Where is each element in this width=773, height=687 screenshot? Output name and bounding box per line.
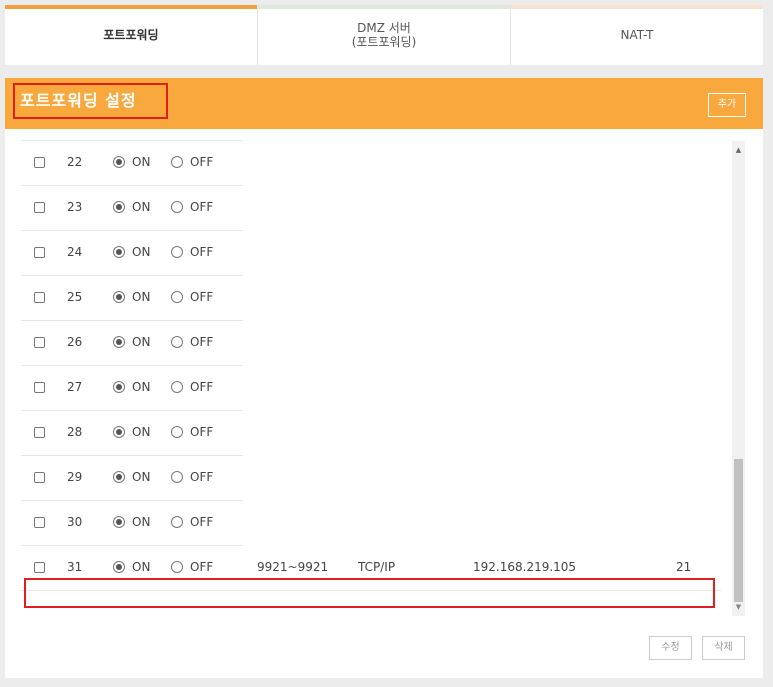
table-row: 22 ON OFF [21,141,721,186]
tab-dmz-server[interactable]: DMZ 서버 (포트포워딩) [257,5,510,65]
table-scrollbar[interactable]: ▲ ▼ [732,141,745,616]
row-checkbox[interactable] [34,427,45,438]
table-row: 25 ON OFF [21,276,721,321]
on-label: ON [132,290,151,304]
off-label: OFF [190,560,214,574]
row-number: 22 [67,155,83,169]
external-port: 9921~9921 [257,560,329,574]
on-label: ON [132,155,151,169]
table-row: 30 ON OFF [21,501,721,546]
on-label: ON [132,245,151,259]
row-checkbox[interactable] [34,562,45,573]
off-label: OFF [190,155,214,169]
off-radio[interactable] [171,156,183,168]
tab-label: NAT-T [620,28,654,42]
highlighted-row-outline [24,578,715,608]
off-radio[interactable] [171,381,183,393]
tab-bar: 포트포워딩 DMZ 서버 (포트포워딩) NAT-T [5,5,763,65]
off-label: OFF [190,245,214,259]
table-row: 29 ON OFF [21,456,721,501]
add-button[interactable]: 추가 [708,93,746,117]
off-label: OFF [190,515,214,529]
scroll-down-icon[interactable]: ▼ [732,602,745,612]
row-number: 31 [67,560,83,574]
table-row: 26 ON OFF [21,321,721,366]
scroll-thumb[interactable] [734,459,743,602]
protocol: TCP/IP [358,560,396,574]
on-label: ON [132,515,151,529]
row-checkbox[interactable] [34,472,45,483]
tab-sublabel: (포트포워딩) [351,35,417,49]
row-checkbox[interactable] [34,517,45,528]
on-label: ON [132,425,151,439]
off-radio[interactable] [171,336,183,348]
off-radio[interactable] [171,516,183,528]
section-title: 포트포워딩 설정 [13,83,168,119]
off-label: OFF [190,425,214,439]
row-checkbox[interactable] [34,337,45,348]
off-label: OFF [190,470,214,484]
off-label: OFF [190,290,214,304]
table-row: 21ONOFF1110~1110UDP192.168.219.1051110 [21,129,721,141]
row-number: 28 [67,425,83,439]
edit-button[interactable]: 수정 [649,636,692,660]
row-number: 27 [67,380,83,394]
off-label: OFF [190,380,214,394]
row-checkbox[interactable] [34,292,45,303]
delete-button[interactable]: 삭제 [702,636,745,660]
off-radio[interactable] [171,471,183,483]
on-radio[interactable] [113,291,125,303]
off-label: OFF [190,200,214,214]
row-number: 29 [67,470,83,484]
table-row: 24 ON OFF [21,231,721,276]
section-header: 포트포워딩 설정 추가 [5,78,763,129]
on-radio[interactable] [113,336,125,348]
row-checkbox[interactable] [34,247,45,258]
row-checkbox[interactable] [34,382,45,393]
on-radio[interactable] [113,471,125,483]
off-radio[interactable] [171,291,183,303]
tab-nat-t[interactable]: NAT-T [510,5,763,65]
row-number: 23 [67,200,83,214]
on-radio[interactable] [113,516,125,528]
internal-port: 21 [676,560,692,574]
tab-label: DMZ 서버 [357,21,411,35]
table-row: 28 ON OFF [21,411,721,456]
row-number: 24 [67,245,83,259]
off-label: OFF [190,335,214,349]
on-label: ON [132,200,151,214]
row-number: 26 [67,335,83,349]
on-radio[interactable] [113,381,125,393]
on-label: ON [132,470,151,484]
on-radio[interactable] [113,156,125,168]
row-number: 30 [67,515,83,529]
scroll-up-icon[interactable]: ▲ [732,145,745,155]
on-label: ON [132,380,151,394]
off-radio[interactable] [171,201,183,213]
on-radio[interactable] [113,201,125,213]
on-radio[interactable] [113,561,125,573]
table-row: 27 ON OFF [21,366,721,411]
row-checkbox[interactable] [34,157,45,168]
rule-table: 21ONOFF1110~1110UDP192.168.219.105111022… [21,129,731,617]
off-radio[interactable] [171,426,183,438]
internal-ip: 192.168.219.105 [473,560,577,574]
tab-label: 포트포워딩 [103,28,159,42]
on-label: ON [132,335,151,349]
off-radio[interactable] [171,561,183,573]
tab-port-forwarding[interactable]: 포트포워딩 [5,5,257,65]
on-label: ON [132,560,151,574]
off-radio[interactable] [171,246,183,258]
on-radio[interactable] [113,246,125,258]
table-row: 23 ON OFF [21,186,721,231]
on-radio[interactable] [113,426,125,438]
row-number: 25 [67,290,83,304]
row-checkbox[interactable] [34,202,45,213]
